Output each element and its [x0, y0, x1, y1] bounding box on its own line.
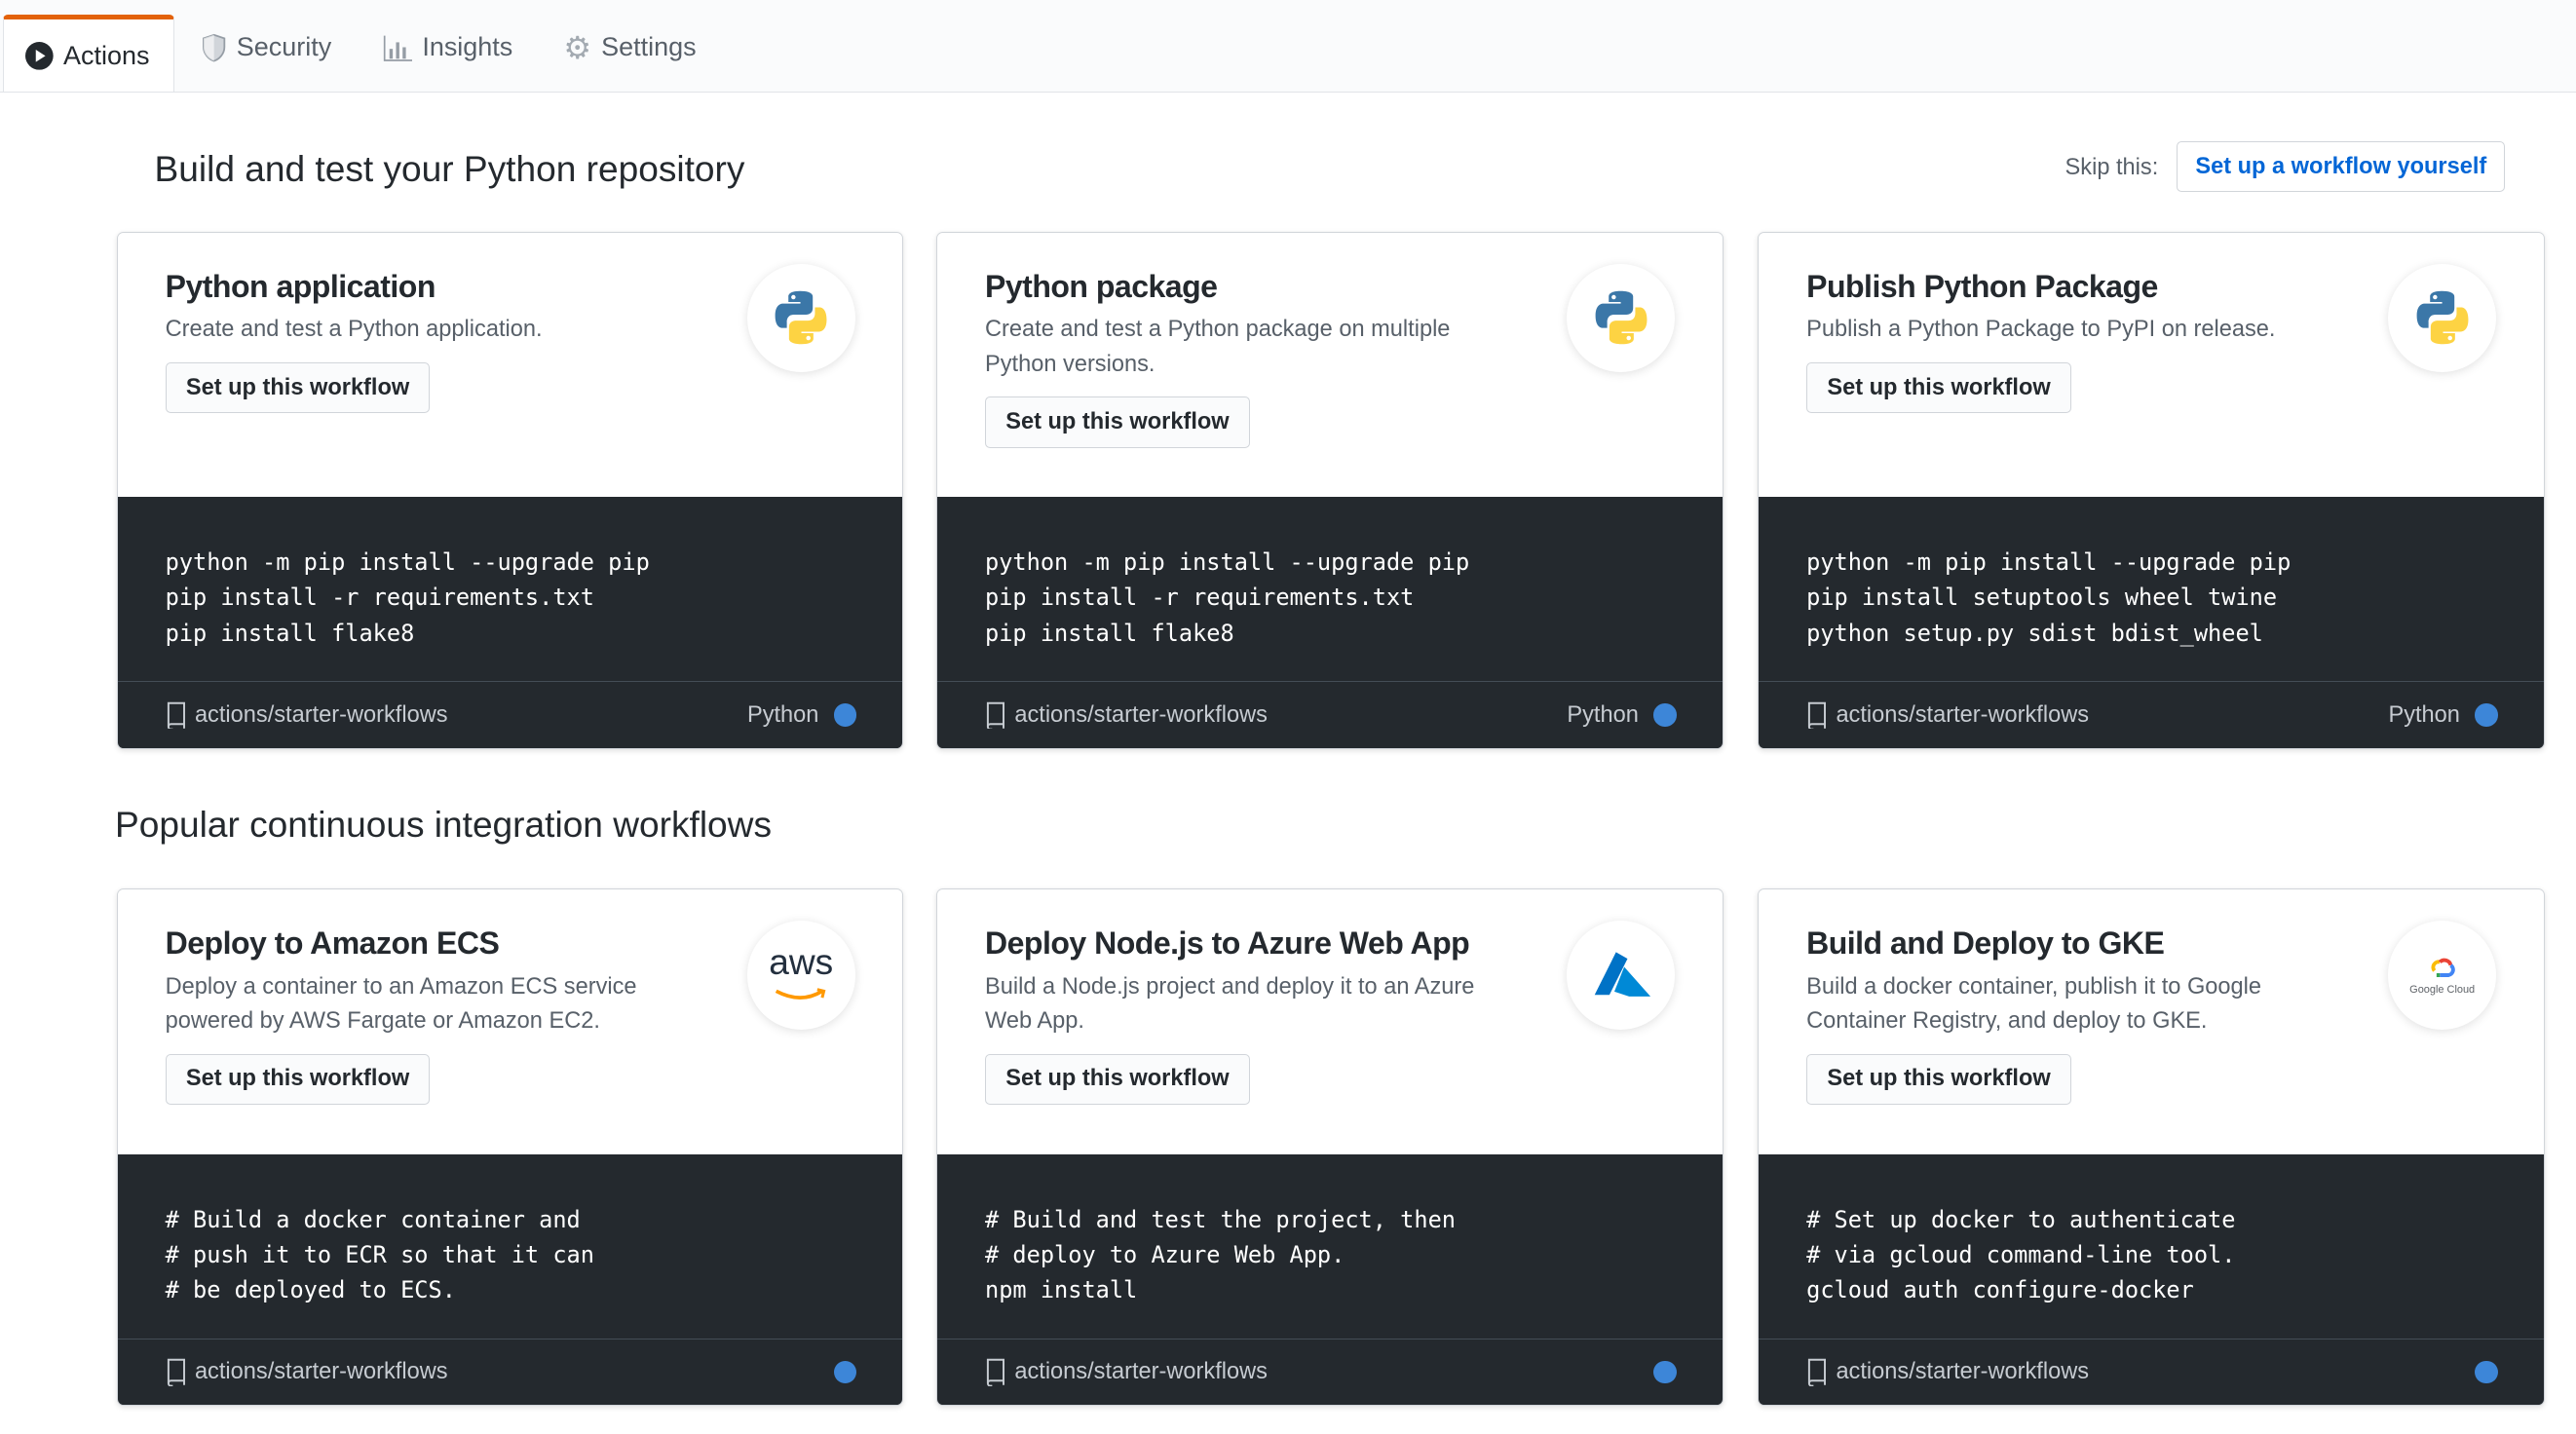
google-cloud-logo-icon: Google Cloud — [2409, 954, 2475, 996]
repo-icon — [1808, 701, 1827, 730]
workflow-title: Publish Python Package — [1806, 268, 2158, 304]
python-logo-icon — [1595, 291, 1648, 345]
tab-label: Actions — [63, 40, 150, 70]
workflow-title: Build and Deploy to GKE — [1806, 925, 2165, 962]
repo-tabs: Actions Security Insights ⚙ Settings — [0, 0, 2576, 94]
workflow-title: Deploy Node.js to Azure Web App — [985, 925, 1470, 962]
workflow-footer: actions/starter-workflows Python — [937, 681, 1723, 748]
repo-name[interactable]: actions/starter-workflows — [195, 1359, 448, 1385]
workflow-footer: actions/starter-workflows — [1759, 1338, 2544, 1406]
repo-name[interactable]: actions/starter-workflows — [195, 702, 448, 729]
repo-name[interactable]: actions/starter-workflows — [1836, 702, 2089, 729]
section-title: Popular continuous integration workflows — [115, 803, 772, 845]
workflow-card: Python application Create and test a Pyt… — [116, 231, 904, 749]
workflow-card: Build and Deploy to GKE Build a docker c… — [1758, 888, 2545, 1407]
repo-icon — [167, 1359, 185, 1386]
setup-workflow-button[interactable]: Set up this workflow — [165, 361, 431, 414]
language-label: Python — [2388, 701, 2460, 728]
workflow-description: Create and test a Python package on mult… — [985, 317, 1451, 377]
setup-workflow-yourself-button[interactable]: Set up a workflow yourself — [2177, 141, 2506, 193]
language-color-dot — [833, 703, 857, 727]
language-color-dot — [833, 1360, 857, 1384]
language-label: Python — [746, 701, 819, 728]
repo-name[interactable]: actions/starter-workflows — [1836, 1359, 2089, 1385]
tab-label: Security — [236, 32, 332, 62]
workflow-code-preview: # Build a docker container and # push it… — [117, 1153, 903, 1339]
language-color-dot — [1653, 1360, 1677, 1384]
play-icon — [25, 41, 54, 70]
skip-label: Skip this: — [2065, 154, 2159, 180]
language-color-dot — [2475, 1360, 2498, 1384]
azure-logo-icon — [1591, 952, 1650, 997]
workflow-title: Python package — [985, 268, 1218, 304]
section-title: Build and test your Python repository — [154, 147, 745, 189]
workflow-footer: actions/starter-workflows Python — [1759, 681, 2544, 748]
tab-insights[interactable]: Insights — [383, 23, 512, 73]
workflow-code-preview: python -m pip install --upgrade pip pip … — [1759, 497, 2544, 682]
tab-security[interactable]: Security — [202, 23, 331, 73]
repo-icon — [167, 701, 185, 730]
setup-workflow-button[interactable]: Set up this workflow — [985, 396, 1250, 448]
workflow-footer: actions/starter-workflows Python — [117, 681, 903, 748]
workflow-description: Publish a Python Package to PyPI on rele… — [1806, 317, 2276, 343]
workflow-description: Deploy a container to an Amazon ECS serv… — [165, 973, 637, 1035]
workflow-card: Publish Python Package Publish a Python … — [1758, 231, 2545, 749]
workflow-card: Deploy Node.js to Azure Web App Build a … — [936, 888, 1724, 1407]
tab-label: Insights — [422, 32, 513, 62]
graph-icon — [383, 35, 413, 61]
workflow-logo — [746, 263, 855, 373]
setup-workflow-button[interactable]: Set up this workflow — [1806, 1053, 2071, 1106]
repo-name[interactable]: actions/starter-workflows — [1014, 1359, 1268, 1385]
tab-actions[interactable]: Actions — [3, 15, 174, 93]
repo-icon — [986, 701, 1005, 730]
workflow-card: Python package Create and test a Python … — [936, 231, 1724, 749]
language-label: Python — [1567, 701, 1639, 728]
setup-workflow-button[interactable]: Set up this workflow — [165, 1053, 431, 1106]
workflow-description: Build a Node.js project and deploy it to… — [985, 973, 1475, 1035]
gear-icon: ⚙ — [563, 29, 592, 65]
shield-icon — [203, 33, 226, 62]
repo-name[interactable]: actions/starter-workflows — [1014, 702, 1268, 729]
workflow-logo: aws — [746, 921, 855, 1030]
repo-icon — [1808, 1359, 1827, 1386]
workflow-code-preview: # Set up docker to authenticate # via gc… — [1759, 1153, 2544, 1339]
workflow-logo — [1566, 921, 1676, 1030]
workflow-footer: actions/starter-workflows — [117, 1338, 903, 1406]
workflow-code-preview: python -m pip install --upgrade pip pip … — [937, 497, 1723, 682]
tab-settings[interactable]: ⚙ Settings — [563, 23, 696, 73]
aws-logo-icon: aws — [769, 943, 833, 1006]
workflow-footer: actions/starter-workflows — [937, 1338, 1723, 1406]
workflow-title: Python application — [165, 268, 436, 304]
python-logo-icon — [2416, 291, 2469, 345]
workflow-description: Create and test a Python application. — [165, 317, 543, 343]
workflow-logo — [2388, 263, 2497, 373]
python-logo-icon — [775, 291, 827, 345]
setup-workflow-button[interactable]: Set up this workflow — [985, 1053, 1250, 1106]
language-color-dot — [1653, 703, 1677, 727]
tab-label: Settings — [601, 32, 697, 62]
repo-icon — [986, 1359, 1005, 1386]
language-color-dot — [2475, 703, 2498, 727]
workflow-card: Deploy to Amazon ECS Deploy a container … — [116, 888, 904, 1407]
workflow-code-preview: # Build and test the project, then # dep… — [937, 1153, 1723, 1339]
workflow-logo — [1566, 263, 1676, 373]
workflow-description: Build a docker container, publish it to … — [1806, 973, 2262, 1035]
setup-workflow-button[interactable]: Set up this workflow — [1806, 361, 2071, 414]
workflow-code-preview: python -m pip install --upgrade pip pip … — [117, 497, 903, 682]
workflow-title: Deploy to Amazon ECS — [165, 925, 500, 962]
workflow-logo: Google Cloud — [2388, 921, 2497, 1030]
